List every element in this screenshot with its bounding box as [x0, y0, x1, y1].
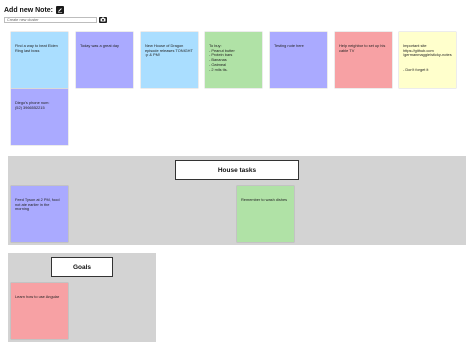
- new-cluster-input[interactable]: [4, 16, 97, 23]
- cluster-title[interactable]: Goals: [51, 257, 113, 277]
- camera-icon: [100, 17, 106, 22]
- sticky-note[interactable]: Important site https://github.com /germa…: [399, 32, 456, 88]
- add-note-button[interactable]: [56, 6, 64, 14]
- sticky-note[interactable]: Help neighbor to set up his cable TV: [335, 32, 392, 88]
- new-cluster-form: [4, 16, 107, 23]
- cluster-house-tasks: House tasks Feed Tyson at 2 PM, food not…: [8, 156, 466, 245]
- note-text: Today was a great day: [80, 42, 119, 48]
- note-text: Find a way to beat Elden Ring last boss: [15, 42, 58, 53]
- note-text: New House of Dragon episode releases TON…: [145, 42, 193, 58]
- create-cluster-button[interactable]: [99, 16, 107, 23]
- note-text: Testing note here: [274, 42, 304, 48]
- note-text: Help neighbor to set up his cable TV: [339, 42, 386, 53]
- sticky-note[interactable]: To buy: - Peanut butter - Protein bars -…: [205, 32, 262, 88]
- note-text: To buy: - Peanut butter - Protein bars -…: [209, 42, 235, 72]
- note-text: Important site https://github.com /germa…: [403, 42, 452, 72]
- sticky-note[interactable]: Find a way to beat Elden Ring last boss: [11, 32, 68, 88]
- sticky-note[interactable]: Diego's phone num: (52) 3966552215: [11, 89, 68, 145]
- page-title: Add new Note:: [4, 6, 53, 14]
- cluster-title[interactable]: House tasks: [175, 160, 299, 180]
- note-text: Learn how to use Angular: [15, 293, 60, 299]
- sticky-note[interactable]: New House of Dragon episode releases TON…: [141, 32, 198, 88]
- sticky-note[interactable]: Today was a great day: [76, 32, 133, 88]
- note-text: Remember to wash dishes: [241, 196, 288, 202]
- sticky-note[interactable]: Feed Tyson at 2 PM, food not ate earlier…: [11, 186, 68, 242]
- note-text: Feed Tyson at 2 PM, food not ate earlier…: [15, 196, 60, 212]
- note-text: Diego's phone num: (52) 3966552215: [15, 99, 50, 110]
- cluster-goals: Goals Learn how to use Angular: [8, 253, 156, 342]
- sticky-note[interactable]: Remember to wash dishes: [237, 186, 294, 242]
- add-note-header: Add new Note:: [4, 4, 64, 16]
- edit-icon: [57, 8, 63, 13]
- sticky-note[interactable]: Learn how to use Angular: [11, 283, 68, 339]
- sticky-note[interactable]: Testing note here: [270, 32, 327, 88]
